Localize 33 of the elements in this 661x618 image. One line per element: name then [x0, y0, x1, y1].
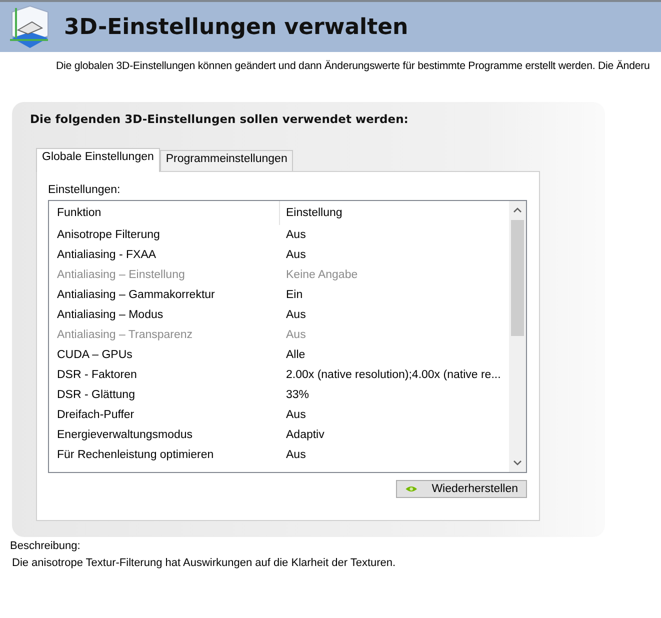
setting-cell[interactable]: Aus	[279, 249, 509, 261]
function-cell[interactable]: CUDA – GPUs	[49, 349, 279, 361]
function-cell[interactable]: Energieverwaltungsmodus	[49, 429, 279, 441]
page-subtitle: Die globalen 3D-Einstellungen können geändert und dann Änderungswerte für bestimmte Programme erstellt werden. Die Änderu	[56, 60, 650, 72]
tab[interactable]: Programmeinstellungen	[160, 150, 294, 171]
panel-heading: Die folgenden 3D-Einstellungen sollen verwendet werden:	[30, 112, 410, 126]
description-text: Die anisotrope Textur-Filterung hat Auswirkungen auf die Klarheit der Texturen.	[12, 557, 397, 569]
setting-cell[interactable]: Aus	[279, 309, 509, 321]
function-cell[interactable]: Dreifach-Puffer	[49, 409, 279, 421]
setting-cell[interactable]: 33%	[279, 389, 509, 401]
function-cell[interactable]: Antialiasing - FXAA	[49, 249, 279, 261]
scrollbar[interactable]	[509, 201, 526, 472]
function-cell[interactable]: DSR - Faktoren	[49, 369, 279, 381]
column-header[interactable]: Funktion	[49, 201, 279, 225]
function-cell[interactable]: Anisotrope Filterung	[49, 229, 279, 241]
setting-cell[interactable]: 2.00x (native resolution);4.00x (native re...	[279, 369, 509, 381]
description-label: Beschreibung:	[10, 540, 82, 552]
setting-cell[interactable]: Aus	[279, 409, 509, 421]
setting-cell[interactable]: Aus	[279, 449, 509, 461]
setting-cell[interactable]: Aus	[279, 229, 509, 241]
setting-cell[interactable]: Adaptiv	[279, 429, 509, 441]
eye-icon	[405, 484, 418, 494]
setting-cell[interactable]: Alle	[279, 349, 509, 361]
settings-label: Einstellungen:	[48, 184, 122, 196]
function-cell[interactable]: DSR - Glättung	[49, 389, 279, 401]
page-title: 3D-Einstellungen verwalten	[64, 14, 408, 40]
function-cell[interactable]: Antialiasing – Modus	[49, 309, 279, 321]
restore-button[interactable]: Wiederherstellen	[396, 480, 527, 498]
setting-cell[interactable]: Ein	[279, 289, 509, 301]
scrollbar-thumb[interactable]	[511, 220, 524, 336]
function-cell[interactable]: Antialiasing – Gammakorrektur	[49, 289, 279, 301]
tab[interactable]: Globale Einstellungen	[36, 148, 160, 172]
function-cell[interactable]: Für Rechenleistung optimieren	[49, 449, 279, 461]
